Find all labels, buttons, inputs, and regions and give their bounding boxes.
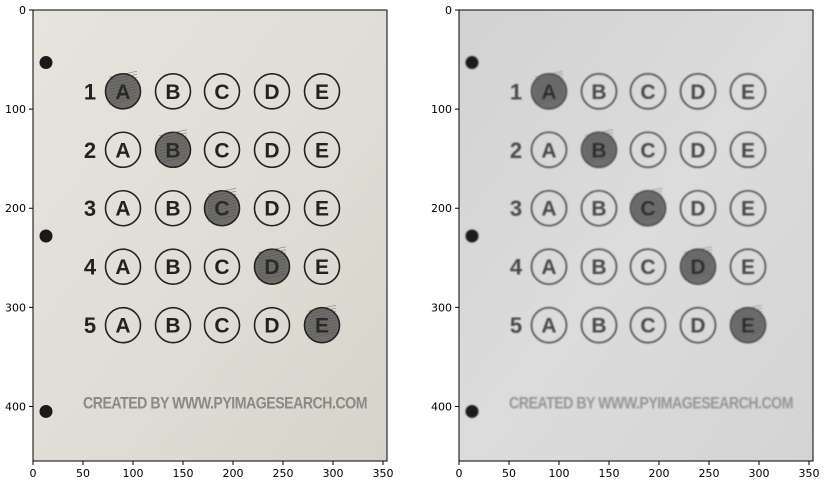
bubble-letter: D <box>690 198 705 221</box>
panel-grayscale-blurred: 1 A B C D E2 A B C D E3 A B C D E4 A B C D E5 A B C D ECREATED BY… <box>431 4 820 480</box>
punch-hole-2 <box>465 229 479 243</box>
bubble-letter: A <box>115 198 130 221</box>
bubble-letter: D <box>690 315 705 338</box>
bubble-letter: D <box>264 139 279 162</box>
y-tick-label: 200 <box>5 202 26 215</box>
punch-hole-3 <box>39 404 53 418</box>
question-number: 1 <box>510 79 522 104</box>
x-tick-label: 0 <box>30 467 37 480</box>
y-tick-label: 400 <box>5 400 26 413</box>
bubble-letter: A <box>541 139 556 162</box>
bubble-letter: B <box>165 198 180 221</box>
bubble-letter: B <box>165 81 180 104</box>
bubble-letter: C <box>640 81 655 104</box>
y-tick-label: 0 <box>445 4 452 17</box>
punch-hole-1 <box>39 56 53 70</box>
question-number: 2 <box>84 138 96 163</box>
bubble-letter: C <box>640 139 655 162</box>
bubble-letter: D <box>264 256 279 279</box>
credit-text: CREATED BY WWW.PYIMAGESEARCH.COM <box>509 393 793 412</box>
bubble-letter: E <box>315 198 329 221</box>
x-tick-label: 150 <box>173 467 194 480</box>
bubble-letter: B <box>591 198 606 221</box>
bubble-letter: B <box>591 139 606 162</box>
x-tick-label: 250 <box>699 467 720 480</box>
bubble-letter: C <box>640 315 655 338</box>
bubble-letter: B <box>591 256 606 279</box>
y-tick-label: 300 <box>431 301 452 314</box>
bubble-letter: D <box>264 315 279 338</box>
bubble-letter: E <box>741 139 755 162</box>
punch-hole-2 <box>39 229 53 243</box>
bubble-letter: A <box>115 315 130 338</box>
question-number: 3 <box>510 196 522 221</box>
question-number: 5 <box>510 313 522 338</box>
bubble-letter: A <box>541 81 556 104</box>
bubble-letter: E <box>741 315 755 338</box>
bubble-letter: E <box>741 81 755 104</box>
bubble-letter: E <box>741 256 755 279</box>
bubble-letter: A <box>115 81 130 104</box>
bubble-letter: C <box>640 198 655 221</box>
x-tick-label: 150 <box>599 467 620 480</box>
y-tick-label: 200 <box>431 202 452 215</box>
bubble-letter: B <box>165 315 180 338</box>
bubble-letter: C <box>214 198 229 221</box>
bubble-letter: C <box>214 315 229 338</box>
x-tick-label: 200 <box>649 467 670 480</box>
x-tick-label: 200 <box>223 467 244 480</box>
question-number: 3 <box>84 196 96 221</box>
x-tick-label: 300 <box>323 467 344 480</box>
panel-original: 1 A B C D E2 A B C D E3 A B C D E4 A B C D E5 A B C D ECREATED BY… <box>5 4 394 480</box>
x-tick-label: 50 <box>76 467 90 480</box>
bubble-letter: D <box>690 256 705 279</box>
bubble-letter: E <box>315 315 329 338</box>
figure-canvas: 1 A B C D E2 A B C D E3 A B C D E4 A B C D E5 A B C D ECREATED BY… <box>5 4 820 480</box>
bubble-letter: B <box>165 256 180 279</box>
punch-hole-1 <box>465 56 479 70</box>
bubble-letter: E <box>315 256 329 279</box>
bubble-letter: A <box>115 256 130 279</box>
x-tick-label: 0 <box>456 467 463 480</box>
x-tick-label: 100 <box>123 467 144 480</box>
question-number: 1 <box>84 79 96 104</box>
x-tick-label: 100 <box>549 467 570 480</box>
y-tick-label: 100 <box>5 103 26 116</box>
bubble-letter: A <box>115 139 130 162</box>
bubble-letter: C <box>214 139 229 162</box>
bubble-letter: D <box>264 198 279 221</box>
bubble-letter: E <box>741 198 755 221</box>
bubble-letter: A <box>541 256 556 279</box>
bubble-letter: A <box>541 198 556 221</box>
bubble-letter: C <box>640 256 655 279</box>
bubble-letter: D <box>690 81 705 104</box>
bubble-letter: B <box>165 139 180 162</box>
question-number: 2 <box>510 138 522 163</box>
bubble-letter: B <box>591 81 606 104</box>
y-tick-label: 400 <box>431 400 452 413</box>
bubble-letter: E <box>315 139 329 162</box>
bubble-letter: B <box>591 315 606 338</box>
question-number: 5 <box>84 313 96 338</box>
x-tick-label: 300 <box>749 467 770 480</box>
x-tick-label: 50 <box>502 467 516 480</box>
y-tick-label: 0 <box>19 4 26 17</box>
x-tick-label: 350 <box>799 467 820 480</box>
bubble-letter: D <box>690 139 705 162</box>
y-tick-label: 300 <box>5 301 26 314</box>
x-tick-label: 250 <box>273 467 294 480</box>
y-tick-label: 100 <box>431 103 452 116</box>
bubble-letter: E <box>315 81 329 104</box>
bubble-letter: A <box>541 315 556 338</box>
question-number: 4 <box>510 255 523 280</box>
question-number: 4 <box>84 255 97 280</box>
bubble-letter: C <box>214 256 229 279</box>
bubble-letter: C <box>214 81 229 104</box>
x-tick-label: 350 <box>373 467 394 480</box>
bubble-letter: D <box>264 81 279 104</box>
credit-text: CREATED BY WWW.PYIMAGESEARCH.COM <box>83 393 367 412</box>
punch-hole-3 <box>465 404 479 418</box>
